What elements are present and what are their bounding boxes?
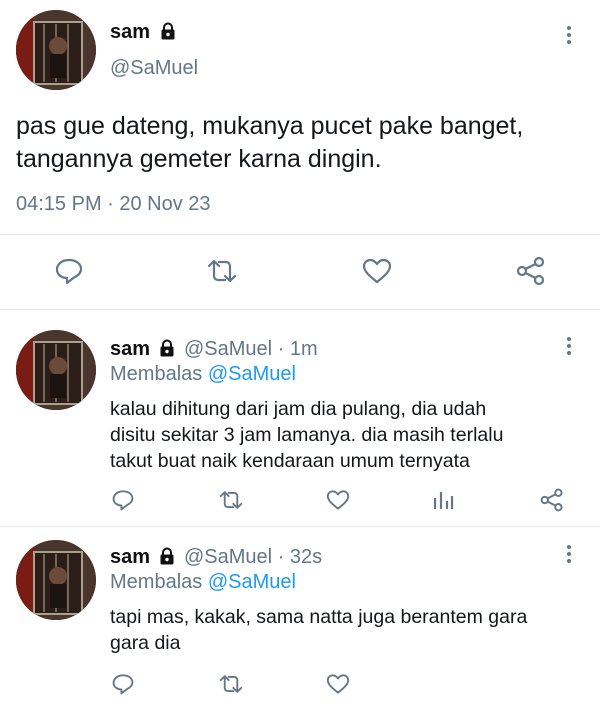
mention-link[interactable]: @SaMuel <box>208 571 296 593</box>
handle-time[interactable]: @SaMuel · 32s <box>184 545 322 569</box>
reply-text-line: kalau dihitung dari jam dia pulang, dia … <box>110 398 487 420</box>
lock-icon <box>158 21 178 41</box>
display-name[interactable]: sam <box>110 20 150 44</box>
reply-text-line: takut buat naik kendaraan umum ternyata <box>110 450 470 472</box>
like-icon[interactable] <box>360 256 394 286</box>
handle[interactable]: @SaMuel <box>110 56 198 80</box>
avatar-photo <box>16 540 96 620</box>
retweet-icon[interactable] <box>204 256 240 286</box>
reply-text-line: disitu sekitar 3 jam lamanya. dia masih … <box>110 424 504 446</box>
tweet-text-line: tangannya gemeter karna dingin. <box>16 145 382 173</box>
display-name[interactable]: sam <box>110 545 150 569</box>
more-icon[interactable] <box>564 545 574 565</box>
tweet-text-line: pas gue dateng, mukanya pucet pake bange… <box>16 112 524 140</box>
display-name[interactable]: sam <box>110 337 150 361</box>
reply-icon[interactable] <box>110 672 136 696</box>
reply-text-line: gara dia <box>110 632 181 654</box>
reply-text-line: tapi mas, kakak, sama natta juga berante… <box>110 606 528 628</box>
analytics-icon[interactable] <box>430 488 456 512</box>
avatar-photo <box>16 10 96 90</box>
reply-icon[interactable] <box>53 256 85 286</box>
lock-icon <box>157 546 177 566</box>
share-icon[interactable] <box>514 255 548 287</box>
like-icon[interactable] <box>324 672 352 696</box>
share-icon[interactable] <box>538 487 566 513</box>
lock-icon <box>157 338 177 358</box>
retweet-icon[interactable] <box>216 488 246 512</box>
avatar-photo <box>16 330 96 410</box>
more-icon[interactable] <box>564 26 574 46</box>
avatar[interactable] <box>16 330 96 410</box>
avatar[interactable] <box>16 10 96 90</box>
replying-to: Membalas @SaMuel <box>110 571 296 593</box>
more-icon[interactable] <box>564 337 574 357</box>
retweet-icon[interactable] <box>216 672 246 696</box>
replying-to: Membalas @SaMuel <box>110 363 296 385</box>
like-icon[interactable] <box>324 488 352 512</box>
handle-time[interactable]: @SaMuel · 1m <box>184 337 318 361</box>
tweet-timestamp[interactable]: 04:15 PM · 20 Nov 23 <box>16 192 211 216</box>
avatar[interactable] <box>16 540 96 620</box>
reply-icon[interactable] <box>110 488 136 512</box>
mention-link[interactable]: @SaMuel <box>208 363 296 385</box>
